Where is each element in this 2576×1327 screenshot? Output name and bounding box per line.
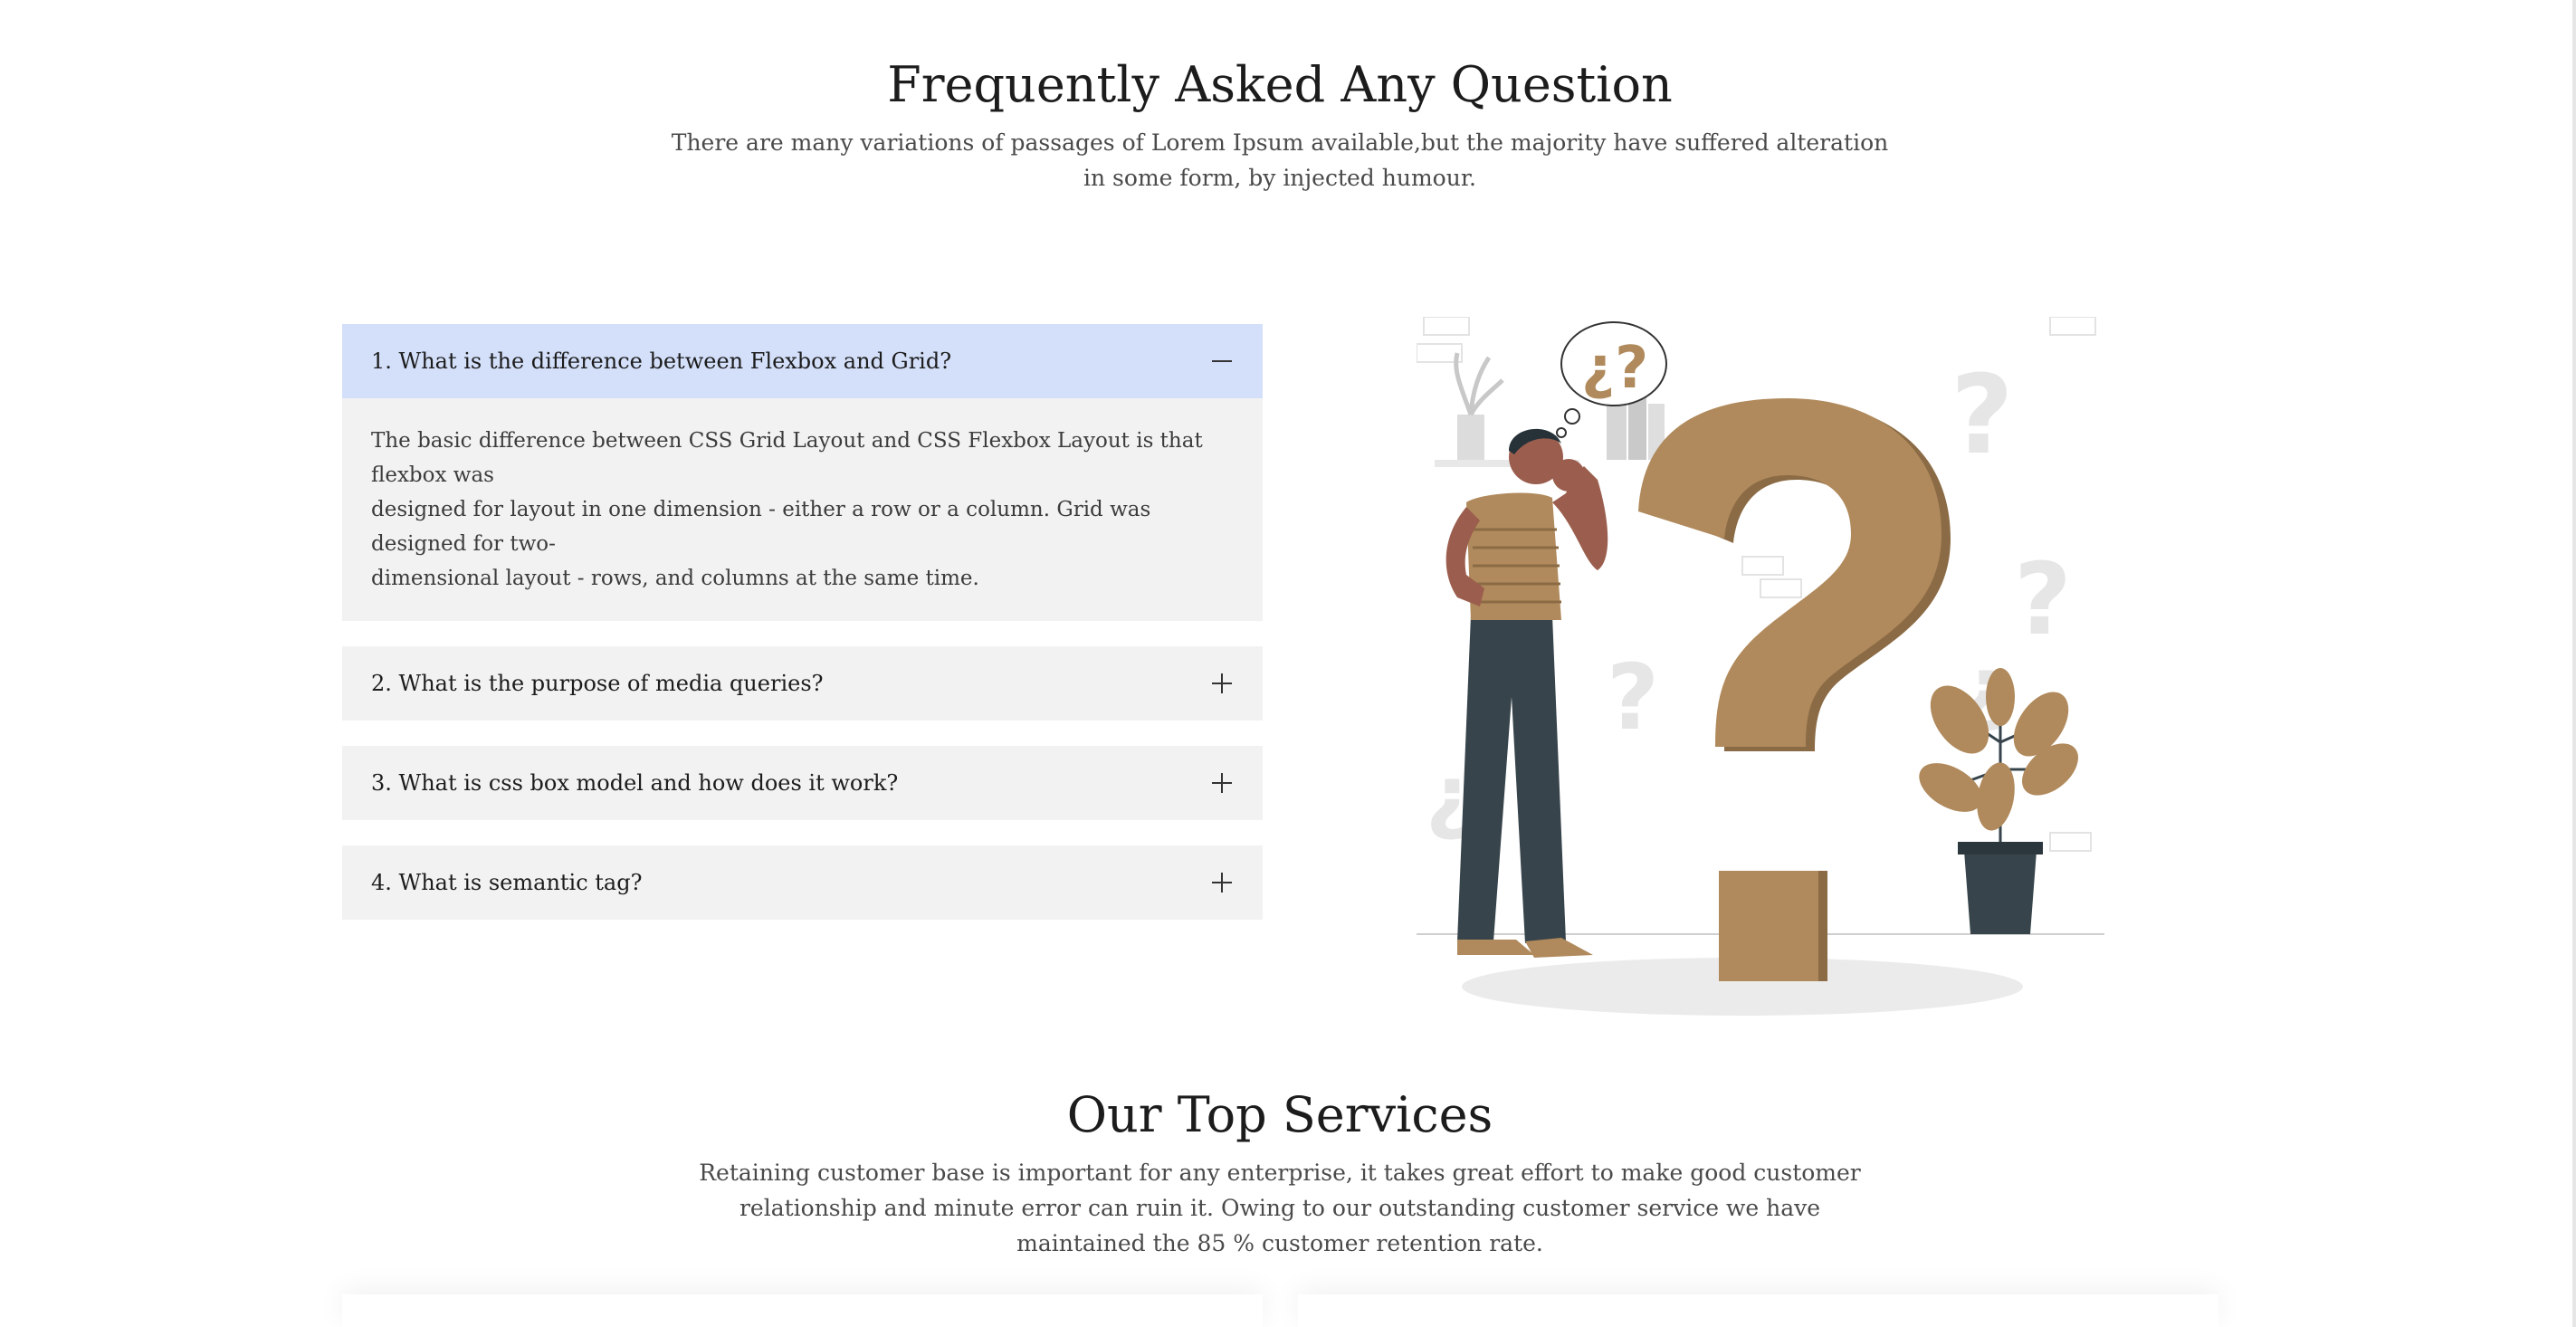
faq-answer-1-line-1: The basic difference between CSS Grid La… bbox=[371, 429, 1203, 487]
service-card bbox=[1298, 1294, 2218, 1327]
faq-item-1: 1. What is the difference between Flexbo… bbox=[342, 324, 1263, 621]
faint-question-icon: ? bbox=[1607, 644, 1659, 750]
services-subtitle: Retaining customer base is important for… bbox=[0, 1155, 2560, 1261]
services-subtitle-line-2: relationship and minute error can ruin i… bbox=[739, 1195, 1821, 1221]
plus-icon[interactable] bbox=[1212, 873, 1232, 893]
faq-answer-1-line-2: designed for layout in one dimension - e… bbox=[371, 498, 1151, 556]
faq-question-2-label: 2. What is the purpose of media queries? bbox=[371, 671, 824, 696]
services-subtitle-line-1: Retaining customer base is important for… bbox=[699, 1160, 1861, 1186]
services-title: Our Top Services bbox=[1066, 1086, 1493, 1143]
service-card bbox=[342, 1294, 1263, 1327]
faq-question-4[interactable]: 4. What is semantic tag? bbox=[342, 845, 1263, 920]
vase-plant bbox=[1454, 352, 1504, 416]
faq-answer-1: The basic difference between CSS Grid La… bbox=[342, 398, 1263, 621]
faq-accordion: 1. What is the difference between Flexbo… bbox=[342, 324, 1263, 945]
scrollbar[interactable] bbox=[2572, 0, 2576, 1327]
faq-question-2[interactable]: 2. What is the purpose of media queries? bbox=[342, 646, 1263, 721]
vase bbox=[1457, 415, 1484, 460]
services-subtitle-line-3: maintained the 85 % customer retention r… bbox=[1016, 1230, 1543, 1256]
faq-subtitle-line-2: in some form, by injected humour. bbox=[1083, 165, 1476, 191]
faq-subtitle-line-1: There are many variations of passages of… bbox=[671, 129, 1889, 156]
faint-question-icon: ? bbox=[1951, 353, 2014, 479]
faq-question-1-label: 1. What is the difference between Flexbo… bbox=[371, 348, 952, 374]
plus-icon[interactable] bbox=[1212, 773, 1232, 793]
faq-question-3-label: 3. What is css box model and how does it… bbox=[371, 770, 899, 796]
faq-subtitle: There are many variations of passages of… bbox=[0, 125, 2560, 196]
minus-icon[interactable] bbox=[1212, 351, 1232, 371]
faq-item-3: 3. What is css box model and how does it… bbox=[342, 746, 1263, 820]
question-mark-icon bbox=[1638, 398, 1951, 981]
faq-question-4-label: 4. What is semantic tag? bbox=[371, 870, 643, 895]
faq-item-2: 2. What is the purpose of media queries? bbox=[342, 646, 1263, 721]
potted-plant bbox=[1919, 668, 2078, 934]
faq-answer-1-line-3: dimensional layout - rows, and columns a… bbox=[371, 567, 979, 590]
faq-illustration: ? ? ? ¿ ¿ ¿? bbox=[1417, 317, 2104, 1016]
page: Frequently Asked Any Question There are … bbox=[0, 0, 2576, 1327]
plus-icon[interactable] bbox=[1212, 673, 1232, 693]
faq-question-1[interactable]: 1. What is the difference between Flexbo… bbox=[342, 324, 1263, 398]
thought-bubble-text: ¿? bbox=[1581, 335, 1648, 402]
books bbox=[1607, 398, 1627, 460]
faq-title: Frequently Asked Any Question bbox=[887, 56, 1673, 113]
person-figure bbox=[1445, 428, 1608, 958]
faint-question-icon: ? bbox=[2014, 541, 2072, 657]
faq-question-3[interactable]: 3. What is css box model and how does it… bbox=[342, 746, 1263, 820]
faq-item-4: 4. What is semantic tag? bbox=[342, 845, 1263, 920]
